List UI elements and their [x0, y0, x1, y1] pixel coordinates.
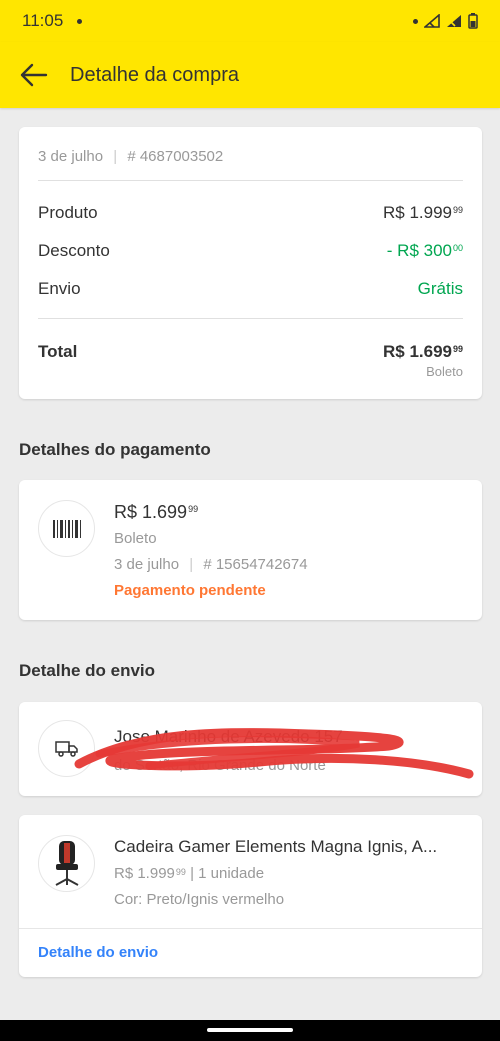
- shipping-section-title: Detalhe do envio: [19, 661, 156, 680]
- barcode-icon-circle: [38, 500, 95, 557]
- notification-dot-icon: [413, 18, 418, 24]
- product-label: Produto: [38, 203, 98, 222]
- back-button[interactable]: [16, 57, 52, 93]
- discount-row: Desconto - R$ 30000: [38, 241, 463, 261]
- product-color: Cor: Preto/Ignis vermelho: [114, 891, 285, 908]
- redaction-scribble: [74, 728, 474, 779]
- notification-dot-icon: [77, 18, 83, 24]
- discount-label: Desconto: [38, 241, 110, 260]
- wifi-icon: [424, 14, 440, 28]
- shipping-row: Envio Grátis: [38, 279, 463, 299]
- total-value: R$ 1.69999: [382, 342, 463, 361]
- barcode-icon: [52, 519, 81, 538]
- shipping-address-card[interactable]: Jose Marinho de Azevedo 157 do Sertão, R…: [19, 702, 482, 796]
- payment-section-title: Detalhes do pagamento: [19, 440, 211, 459]
- product-card: Cadeira Gamer Elements Magna Ignis, A...…: [19, 815, 482, 977]
- shipping-label: Envio: [38, 279, 81, 298]
- app-bar: Detalhe da compra: [0, 42, 500, 108]
- payment-date: 3 de julho: [114, 556, 180, 573]
- status-bar: 11:05: [0, 0, 500, 42]
- status-icons: [413, 13, 478, 29]
- product-row: Produto R$ 1.99999: [38, 203, 463, 223]
- order-date: 3 de julho: [38, 148, 104, 165]
- order-number: # 4687003502: [127, 148, 224, 165]
- signal-icon: [447, 15, 461, 27]
- shipping-detail-link[interactable]: Detalhe do envio: [38, 944, 158, 961]
- payment-status: Pagamento pendente: [114, 582, 266, 599]
- payment-method: Boleto: [114, 530, 157, 547]
- payment-card[interactable]: R$ 1.69999 Boleto 3 de julho | # 1565474…: [19, 480, 482, 620]
- product-thumbnail[interactable]: [38, 835, 95, 892]
- total-row: Total R$ 1.69999: [38, 342, 463, 362]
- payment-transaction: # 15654742674: [203, 556, 308, 573]
- home-handle[interactable]: [207, 1028, 293, 1032]
- purchase-summary-card: 3 de julho | # 4687003502 Produto R$ 1.9…: [19, 127, 482, 399]
- status-time: 11:05: [22, 11, 64, 30]
- divider: [38, 318, 463, 319]
- payment-amount: R$ 1.69999: [114, 502, 199, 522]
- discount-value: - R$ 30000: [386, 241, 463, 260]
- arrow-back-icon: [20, 63, 48, 87]
- order-meta: 3 de julho | # 4687003502: [38, 148, 224, 165]
- divider: [19, 928, 482, 929]
- shipping-value: Grátis: [417, 279, 463, 298]
- total-label: Total: [38, 342, 78, 361]
- page-title: Detalhe da compra: [70, 63, 239, 86]
- divider: [38, 180, 463, 181]
- product-value: R$ 1.99999: [382, 203, 463, 222]
- system-nav-bar: [0, 1020, 500, 1041]
- payment-meta: 3 de julho | # 15654742674: [114, 556, 308, 573]
- gaming-chair-icon: [55, 840, 78, 886]
- product-name: Cadeira Gamer Elements Magna Ignis, A...: [114, 837, 438, 856]
- total-payment-method: Boleto: [426, 364, 463, 379]
- product-price: R$ 1.99999 | 1 unidade: [114, 865, 265, 882]
- battery-icon: [468, 13, 478, 29]
